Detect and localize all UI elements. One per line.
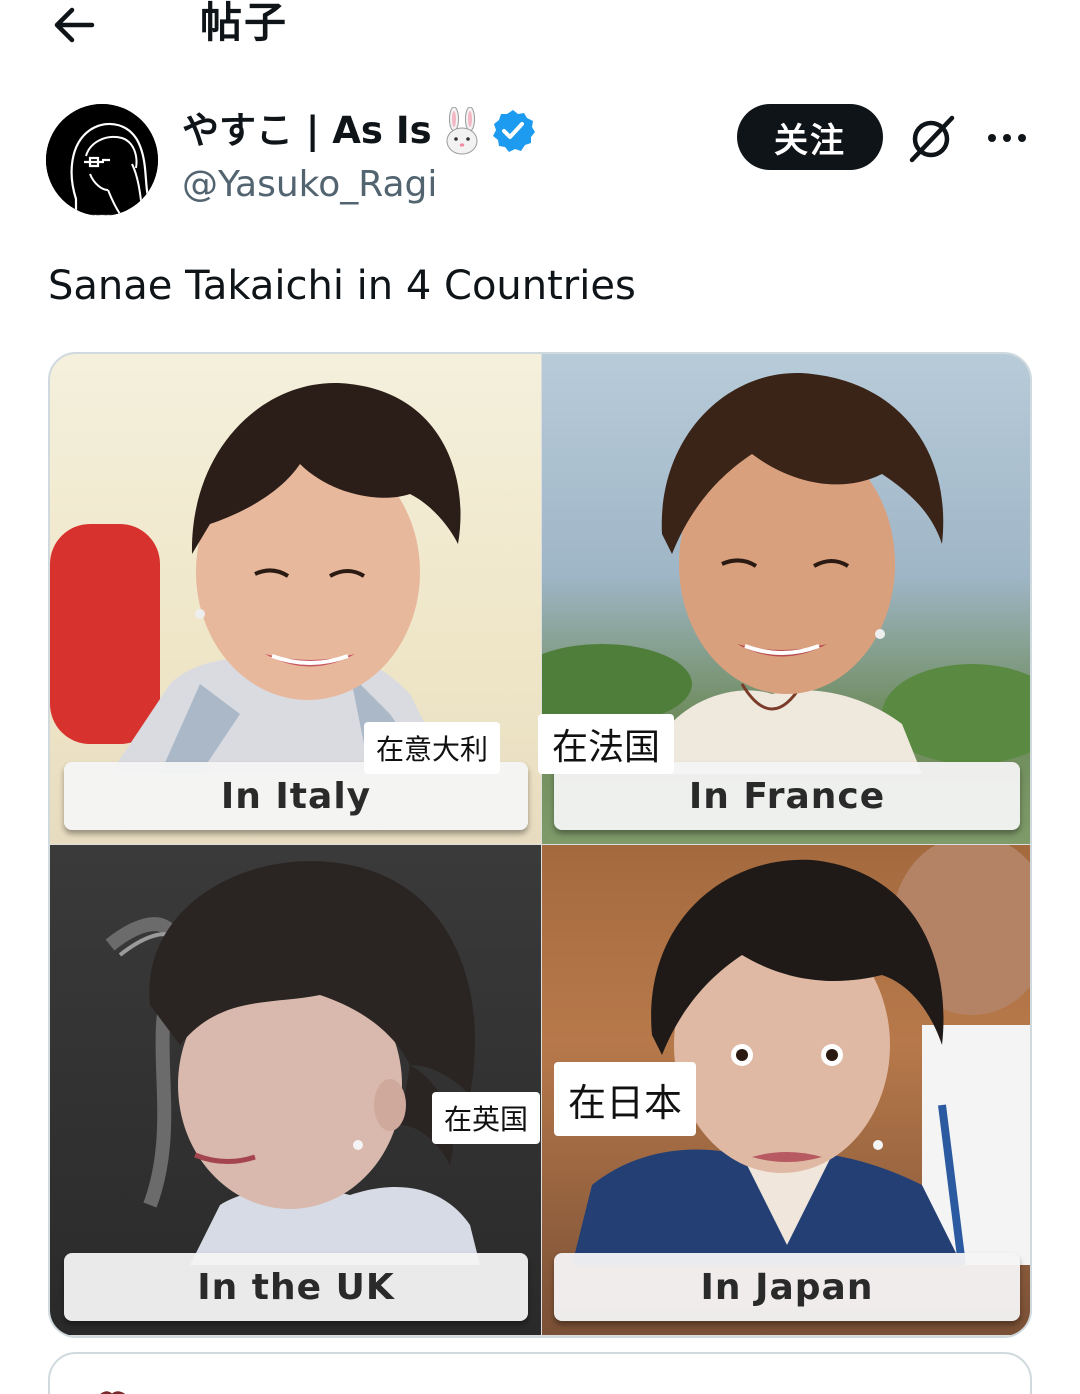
page-title: 帖子 — [200, 0, 289, 47]
caption-uk: In the UK — [64, 1253, 528, 1321]
caption-japan: In Japan — [554, 1253, 1020, 1321]
rabbit-icon — [446, 107, 478, 155]
display-name[interactable]: やすこ | As Is — [182, 106, 432, 156]
top-bar: 帖子 — [0, 0, 1080, 60]
zh-label-japan: 在日本 — [554, 1062, 696, 1136]
photo-uk[interactable]: In the UK — [50, 845, 541, 1335]
media-grid[interactable]: In Italy In France In the UK In Japan — [48, 352, 1032, 1338]
display-name-row[interactable]: やすこ | As Is — [182, 103, 536, 159]
avatar[interactable] — [46, 104, 158, 216]
zh-label-uk: 在英国 — [432, 1092, 540, 1144]
next-card-avatar-icon — [100, 1391, 126, 1394]
tweet-text: Sanae Takaichi in 4 Countries — [48, 263, 636, 309]
more-icon[interactable] — [982, 118, 1032, 158]
zh-label-france: 在法国 — [538, 714, 674, 774]
zh-label-italy: 在意大利 — [364, 722, 500, 774]
back-arrow-icon[interactable] — [50, 4, 96, 46]
next-card[interactable] — [48, 1352, 1032, 1394]
verified-badge-icon[interactable] — [490, 108, 536, 154]
user-handle[interactable]: @Yasuko_Ragi — [182, 162, 437, 208]
grok-icon[interactable] — [904, 110, 960, 166]
follow-button[interactable]: 关注 — [737, 104, 883, 170]
